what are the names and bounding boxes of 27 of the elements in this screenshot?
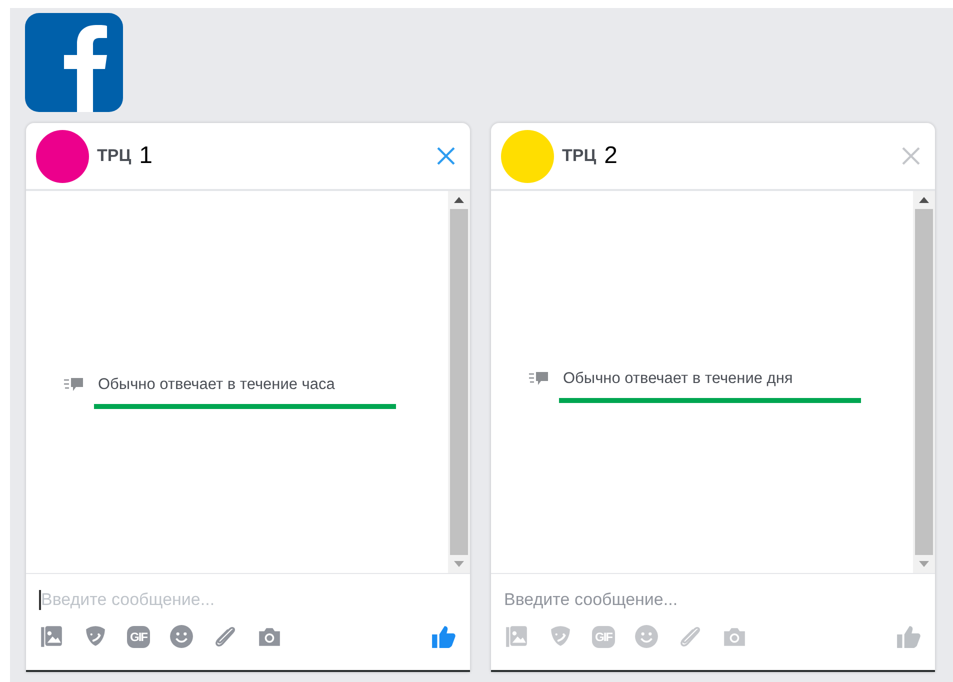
photo-icon[interactable] bbox=[39, 624, 64, 649]
speech-bubble-icon bbox=[529, 371, 549, 387]
gif-button[interactable]: GIF bbox=[592, 626, 615, 648]
close-icon[interactable] bbox=[901, 146, 921, 166]
response-time-text: Обычно отвечает в течение дня bbox=[563, 370, 793, 388]
chat-number: 1 bbox=[139, 142, 153, 170]
scroll-down-arrow-icon[interactable] bbox=[919, 561, 929, 567]
speech-bubble-icon bbox=[64, 377, 84, 393]
photo-icon[interactable] bbox=[504, 624, 529, 649]
paperclip-icon[interactable] bbox=[213, 624, 238, 649]
gif-button[interactable]: GIF bbox=[127, 626, 150, 648]
chat-number: 2 bbox=[604, 142, 618, 170]
thumbs-up-icon[interactable] bbox=[431, 624, 456, 649]
logo-icon bbox=[25, 13, 123, 112]
scrollbar[interactable] bbox=[448, 191, 470, 573]
smiley-icon[interactable] bbox=[634, 624, 659, 649]
paperclip-icon[interactable] bbox=[678, 624, 703, 649]
scrollbar[interactable] bbox=[913, 191, 935, 573]
response-time-text: Обычно отвечает в течение часа bbox=[98, 376, 335, 394]
scroll-up-arrow-icon[interactable] bbox=[454, 197, 464, 203]
thumbs-up-icon[interactable] bbox=[896, 624, 921, 649]
scroll-down-arrow-icon[interactable] bbox=[454, 561, 464, 567]
chat-name: ТРЦ bbox=[97, 146, 132, 166]
chat-name: ТРЦ bbox=[562, 146, 596, 166]
scroll-up-arrow-icon[interactable] bbox=[919, 197, 929, 203]
smiley-icon[interactable] bbox=[169, 624, 194, 649]
close-icon[interactable] bbox=[436, 146, 456, 166]
